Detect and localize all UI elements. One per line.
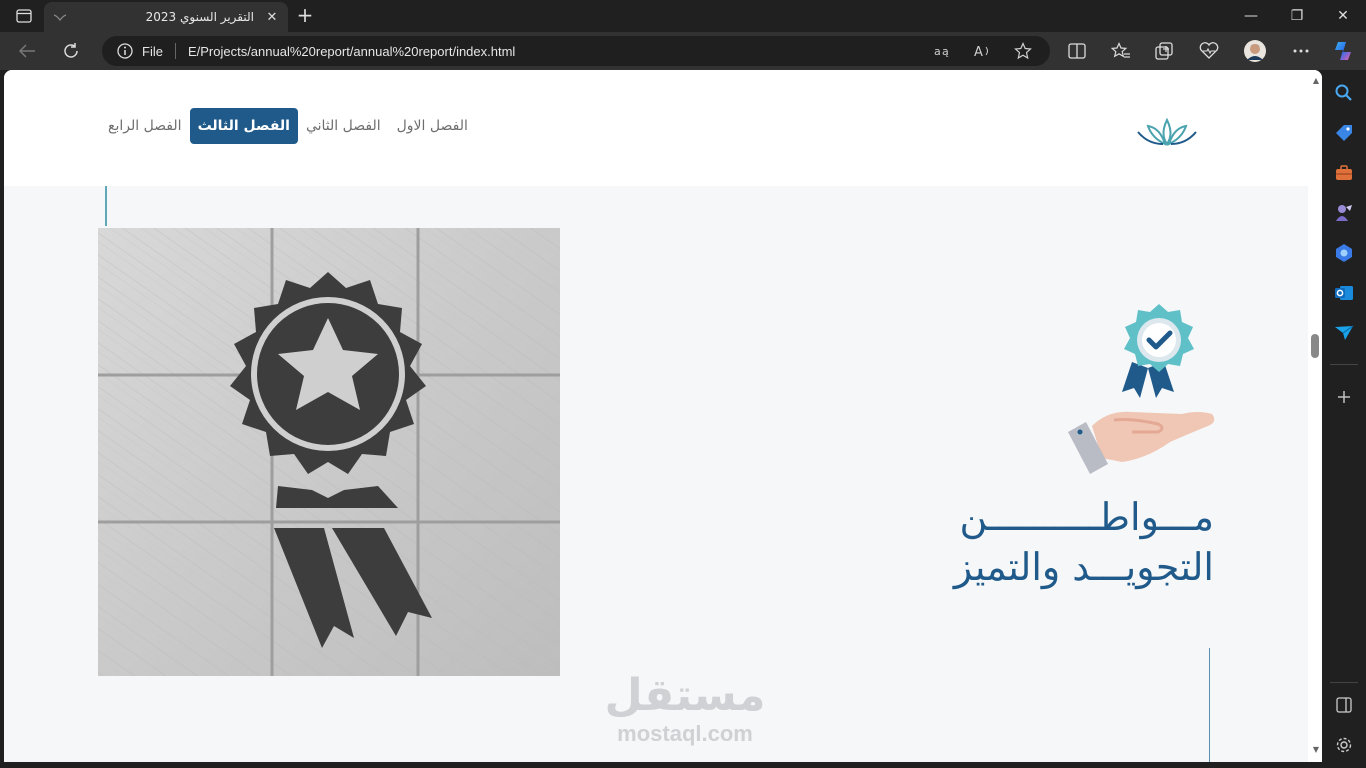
nav-chapter-1[interactable]: الفصل الاول — [389, 108, 476, 144]
address-bar[interactable]: File E/Projects/annual%20report/annual%2… — [102, 36, 1050, 66]
nav-chapter-2[interactable]: الفصل الثاني — [298, 108, 389, 144]
minimize-button[interactable]: — — [1228, 0, 1274, 32]
hide-sidebar-icon[interactable] — [1333, 694, 1355, 716]
tab-title: التقرير السنوي 2023 — [145, 10, 254, 24]
award-blocks-image — [98, 228, 560, 676]
page-header: الفصل الاول الفصل الثاني الفصل الثالث ال… — [4, 70, 1308, 186]
profile-avatar[interactable] — [1242, 38, 1268, 64]
url-text[interactable]: E/Projects/annual%20report/annual%20repo… — [188, 44, 930, 59]
decor-line-bottom — [1209, 648, 1210, 762]
games-icon[interactable] — [1333, 202, 1355, 224]
settings-gear-icon[interactable] — [1333, 734, 1355, 756]
more-menu-icon[interactable] — [1288, 38, 1314, 64]
collections-icon[interactable] — [1152, 38, 1178, 64]
hero-heading: مـــواطــــــــــن التجويـــد والتميز — [954, 492, 1214, 592]
copilot-sidebar-icon[interactable] — [1333, 242, 1355, 264]
tools-icon[interactable] — [1333, 162, 1355, 184]
close-window-button[interactable]: ✕ — [1320, 0, 1366, 32]
edge-sidebar — [1322, 70, 1366, 768]
watermark-english: mostaql.com — [617, 721, 753, 746]
page-scrollbar[interactable]: ▲ ▼ — [1308, 70, 1322, 762]
nav-chapter-4[interactable]: الفصل الرابع — [100, 108, 190, 144]
svg-text:ą: ą — [942, 45, 949, 58]
hero-heading-line-1: مـــواطــــــــــن — [959, 495, 1214, 539]
back-icon[interactable] — [14, 38, 40, 64]
tab-actions-icon[interactable] — [12, 5, 36, 27]
mostaql-watermark: مستقل mostaql.com — [600, 670, 770, 746]
favorites-icon[interactable] — [1108, 38, 1134, 64]
scheme-label: File — [142, 43, 163, 59]
address-separator — [174, 43, 176, 59]
scroll-up-icon[interactable]: ▲ — [1313, 76, 1319, 85]
copilot-icon[interactable] — [1330, 38, 1356, 64]
favorite-star-icon[interactable] — [1010, 38, 1036, 64]
translate-icon[interactable]: aą — [930, 38, 956, 64]
decor-line-top — [105, 186, 107, 226]
report-logo — [1134, 114, 1200, 152]
tab-close-icon[interactable]: ✕ — [264, 9, 280, 25]
send-icon[interactable] — [1333, 322, 1355, 344]
refresh-icon[interactable] — [58, 38, 84, 64]
svg-text:a: a — [934, 45, 941, 58]
add-sidebar-app-icon[interactable] — [1333, 386, 1355, 408]
shopping-tag-icon[interactable] — [1333, 122, 1355, 144]
read-aloud-icon[interactable]: A — [970, 38, 996, 64]
maximize-button[interactable]: ❐ — [1274, 0, 1320, 32]
page-viewport: الفصل الاول الفصل الثاني الفصل الثالث ال… — [4, 70, 1322, 762]
browser-essentials-icon[interactable] — [1196, 38, 1222, 64]
scroll-thumb[interactable] — [1311, 334, 1319, 358]
sidebar-separator — [1330, 364, 1358, 365]
info-icon[interactable] — [116, 42, 134, 60]
tab-favicon-icon — [52, 9, 68, 25]
chapter-nav: الفصل الاول الفصل الثاني الفصل الثالث ال… — [100, 108, 476, 144]
hero-heading-line-2: التجويـــد والتميز — [953, 545, 1214, 589]
browser-tab[interactable]: التقرير السنوي 2023 ✕ — [44, 2, 288, 32]
title-bar: التقرير السنوي 2023 ✕ + — ❐ ✕ — [0, 0, 1366, 32]
search-icon[interactable] — [1333, 82, 1355, 104]
scroll-down-icon[interactable]: ▼ — [1313, 745, 1319, 754]
split-screen-icon[interactable] — [1064, 38, 1090, 64]
watermark-arabic: مستقل — [604, 670, 766, 721]
award-hand-illustration — [1062, 302, 1222, 482]
sidebar-separator-bottom — [1330, 682, 1358, 683]
browser-toolbar: File E/Projects/annual%20report/annual%2… — [0, 32, 1366, 70]
new-tab-button[interactable]: + — [294, 5, 316, 27]
nav-chapter-3[interactable]: الفصل الثالث — [189, 108, 298, 144]
outlook-icon[interactable] — [1333, 282, 1355, 304]
svg-text:A: A — [974, 45, 983, 58]
